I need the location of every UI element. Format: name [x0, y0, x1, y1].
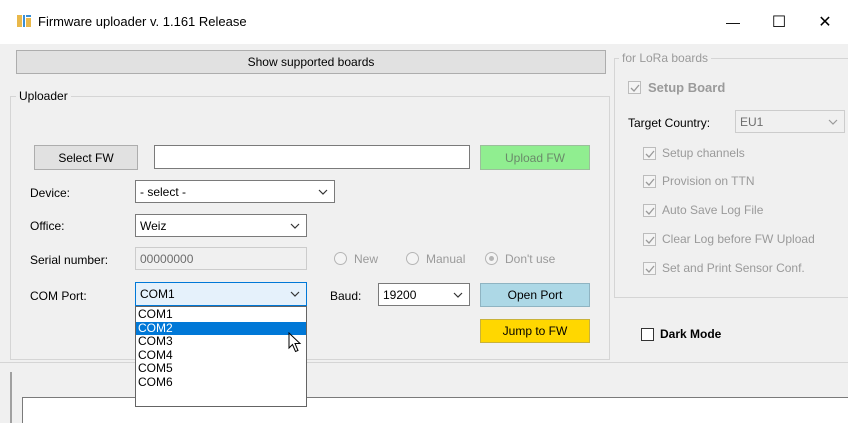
clear-log-checkbox[interactable]	[643, 233, 656, 246]
com-port-select[interactable]: COM1	[135, 282, 307, 306]
baud-label: Baud:	[330, 289, 362, 303]
checkmark-icon	[630, 84, 640, 92]
com-port-label: COM Port:	[30, 289, 87, 303]
close-button[interactable]: ✕	[802, 0, 848, 44]
jump-to-fw-label: Jump to FW	[502, 324, 568, 338]
com-port-option[interactable]: COM5	[136, 361, 306, 376]
radio-manual[interactable]	[406, 252, 419, 265]
device-select[interactable]: - select -	[135, 180, 335, 203]
office-select-value: Weiz	[140, 218, 167, 233]
radio-dont-use-label: Don't use	[505, 252, 556, 266]
chevron-down-icon	[453, 292, 463, 298]
upload-fw-label: Upload FW	[504, 150, 566, 165]
log-divider	[0, 362, 848, 363]
maximize-button[interactable]: ☐	[756, 0, 802, 44]
clear-log-label: Clear Log before FW Upload	[662, 232, 815, 246]
dark-mode-checkbox[interactable]	[641, 328, 654, 341]
chevron-down-icon	[828, 119, 838, 125]
select-fw-button[interactable]: Select FW	[34, 145, 138, 170]
com-port-option-highlighted[interactable]: COM2	[136, 321, 306, 335]
checkmark-icon	[645, 178, 655, 186]
provision-ttn-label: Provision on TTN	[662, 174, 755, 188]
chevron-down-icon	[290, 223, 300, 229]
office-select[interactable]: Weiz	[135, 214, 307, 237]
checkmark-icon	[645, 207, 655, 215]
maximize-icon: ☐	[771, 14, 787, 31]
device-select-value: - select -	[140, 184, 187, 199]
window-title: Firmware uploader v. 1.161 Release	[38, 14, 247, 29]
provision-ttn-checkbox[interactable]	[643, 175, 656, 188]
sensor-conf-checkbox[interactable]	[643, 262, 656, 275]
serial-number-label: Serial number:	[30, 253, 109, 267]
setup-channels-label: Setup channels	[662, 146, 745, 160]
baud-select-value: 19200	[383, 287, 417, 302]
chevron-down-icon	[290, 291, 300, 297]
serial-number-value: 00000000	[140, 251, 194, 266]
office-label: Office:	[30, 219, 65, 233]
show-supported-boards-button[interactable]: Show supported boards	[16, 50, 606, 74]
auto-save-log-checkbox[interactable]	[643, 204, 656, 217]
com-port-select-value: COM1	[140, 287, 175, 301]
com-port-option[interactable]: COM6	[136, 375, 306, 390]
com-port-option[interactable]: COM4	[136, 348, 306, 363]
checkmark-icon	[645, 150, 655, 158]
radio-new-label: New	[354, 252, 379, 266]
serial-number-input[interactable]: 00000000	[135, 247, 307, 270]
upload-fw-button[interactable]: Upload FW	[480, 145, 590, 170]
show-supported-boards-label: Show supported boards	[247, 55, 375, 69]
fw-path-input[interactable]	[154, 145, 470, 169]
auto-save-log-label: Auto Save Log File	[662, 203, 764, 217]
setup-board-checkbox[interactable]	[628, 81, 641, 94]
target-country-select[interactable]: EU1	[735, 110, 845, 133]
com-port-option[interactable]: COM1	[136, 307, 306, 322]
radio-dont-use[interactable]	[485, 252, 498, 265]
chevron-down-icon	[318, 189, 328, 195]
device-label: Device:	[30, 186, 71, 200]
baud-select[interactable]: 19200	[378, 283, 470, 306]
radio-manual-label: Manual	[426, 252, 466, 266]
log-left-edge	[10, 372, 12, 423]
com-port-dropdown-list: COM1 COM2 COM3 COM4 COM5 COM6	[135, 306, 307, 407]
lora-group-title: for LoRa boards	[619, 51, 712, 65]
open-port-label: Open Port	[507, 288, 563, 302]
radio-new[interactable]	[334, 252, 347, 265]
minimize-button[interactable]: —	[710, 0, 756, 44]
jump-to-fw-button[interactable]: Jump to FW	[480, 319, 590, 343]
setup-channels-checkbox[interactable]	[643, 147, 656, 160]
dark-mode-label: Dark Mode	[660, 327, 722, 341]
setup-board-label: Setup Board	[648, 80, 726, 95]
target-country-label: Target Country:	[628, 116, 711, 130]
checkmark-icon	[645, 236, 655, 244]
title-bar: Firmware uploader v. 1.161 Release — ☐ ✕	[0, 0, 848, 44]
sensor-conf-label: Set and Print Sensor Conf.	[662, 261, 805, 275]
select-fw-label: Select FW	[58, 150, 114, 165]
target-country-value: EU1	[740, 114, 764, 129]
checkmark-icon	[645, 265, 655, 273]
minimize-icon: —	[726, 14, 740, 30]
close-icon: ✕	[818, 14, 832, 31]
open-port-button[interactable]: Open Port	[480, 283, 590, 307]
firmware-app-icon	[17, 15, 31, 27]
uploader-group-title: Uploader	[16, 89, 71, 103]
mouse-pointer-icon	[288, 332, 302, 353]
com-port-option[interactable]: COM3	[136, 334, 306, 349]
